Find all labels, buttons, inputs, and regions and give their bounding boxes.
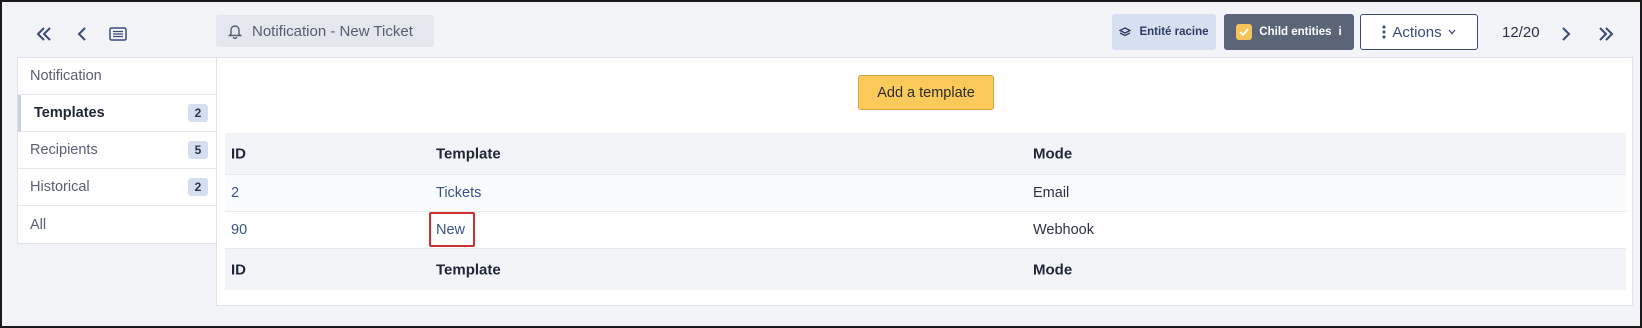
row-id-link[interactable]: 2 [231, 185, 239, 201]
add-template-button[interactable]: Add a template [858, 75, 994, 110]
column-footer-template: Template [436, 261, 501, 278]
row-mode: Webhook [1033, 222, 1094, 238]
templates-panel: Add a template ID Template Mode 2 Ticket… [216, 57, 1633, 306]
page-title: Notification - New Ticket [216, 15, 434, 47]
actions-button[interactable]: Actions [1360, 14, 1478, 50]
entity-label: Entité racine [1139, 26, 1209, 38]
next-button[interactable] [1552, 20, 1580, 48]
count-badge: 2 [188, 178, 208, 196]
tab-label: All [30, 216, 47, 233]
table-row: 90 New Webhook [225, 212, 1626, 249]
list-icon [109, 27, 127, 41]
table-footer: ID Template Mode [225, 249, 1626, 290]
checkbox-icon[interactable] [1236, 24, 1253, 40]
column-footer-mode: Mode [1033, 261, 1073, 278]
row-mode: Email [1033, 185, 1070, 201]
count-badge: 5 [188, 141, 208, 159]
previous-button[interactable] [68, 20, 96, 48]
row-id-link[interactable]: 90 [231, 222, 247, 238]
info-icon[interactable]: i [1339, 26, 1342, 38]
first-page-button[interactable] [30, 20, 58, 48]
list-view-button[interactable] [104, 20, 132, 48]
tab-label: Historical [30, 179, 90, 195]
child-entities-label: Child entities [1259, 26, 1332, 38]
check-icon [1239, 28, 1249, 36]
column-header-template[interactable]: Template [436, 145, 501, 162]
tab-recipients[interactable]: Recipients 5 [18, 132, 216, 169]
tab-historical[interactable]: Historical 2 [18, 169, 216, 206]
actions-label: Actions [1392, 23, 1442, 41]
row-template-link[interactable]: New [436, 222, 465, 238]
double-chevron-right-icon [1599, 27, 1614, 41]
record-counter: 12/20 [1502, 24, 1540, 41]
tab-label: Recipients [30, 142, 98, 158]
templates-table: ID Template Mode 2 Tickets Email 90 New … [225, 133, 1626, 290]
tab-label: Templates [34, 105, 105, 121]
sidebar-tabs: Notification Templates 2 Recipients 5 Hi… [17, 57, 217, 244]
row-template-link[interactable]: Tickets [436, 185, 481, 201]
table-row: 2 Tickets Email [225, 175, 1626, 212]
double-chevron-left-icon [36, 27, 51, 41]
column-header-id[interactable]: ID [231, 145, 246, 162]
last-page-button[interactable] [1592, 20, 1620, 48]
chevron-right-icon [1562, 27, 1571, 41]
column-header-mode[interactable]: Mode [1033, 145, 1072, 162]
tab-notification[interactable]: Notification [18, 58, 216, 95]
table-header: ID Template Mode [225, 133, 1626, 175]
tab-all[interactable]: All [18, 206, 216, 243]
chevron-down-icon [1448, 29, 1456, 35]
kebab-icon [1382, 25, 1386, 39]
count-badge: 2 [188, 104, 208, 122]
page-title-text: Notification - New Ticket [252, 22, 413, 40]
bell-icon [228, 25, 242, 39]
chevron-left-icon [77, 27, 86, 41]
column-footer-id: ID [231, 261, 246, 278]
window-frame: Notification - New Ticket Entité racine … [0, 0, 1642, 328]
tab-label: Notification [30, 68, 102, 84]
tab-templates[interactable]: Templates 2 [18, 95, 216, 132]
child-entities-toggle[interactable]: Child entities i [1224, 14, 1354, 50]
entity-button[interactable]: Entité racine [1112, 14, 1216, 50]
layers-icon [1119, 27, 1132, 37]
top-bar: Notification - New Ticket Entité racine … [2, 2, 1640, 58]
